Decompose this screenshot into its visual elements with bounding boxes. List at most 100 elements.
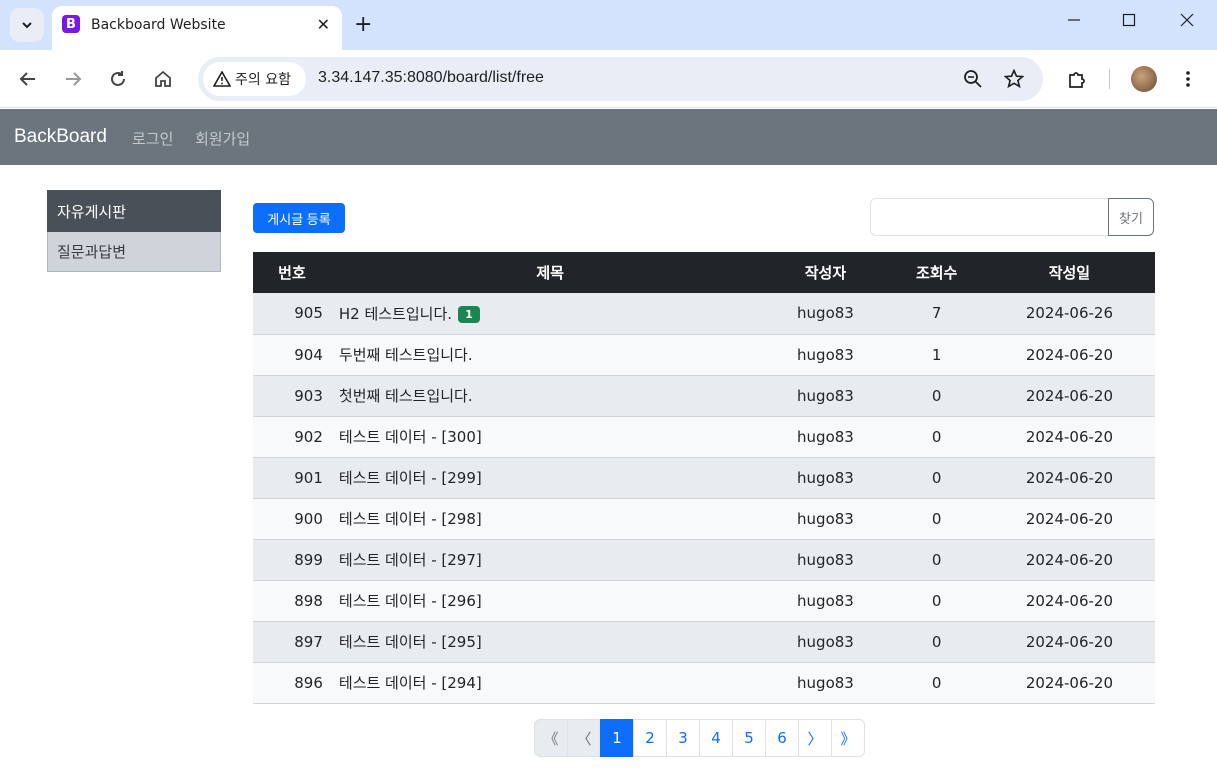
login-link[interactable]: 로그인: [132, 128, 173, 149]
warning-icon: [213, 71, 231, 87]
sidebar-item-qna[interactable]: 질문과답변: [47, 232, 221, 272]
table-row[interactable]: 901 테스트 데이터 - [299] hugo83 0 2024-06-20: [253, 457, 1155, 499]
table-row[interactable]: 900 테스트 데이터 - [298] hugo83 0 2024-06-20: [253, 498, 1155, 540]
page-1-button[interactable]: 1: [600, 719, 634, 757]
post-date: 2024-06-20: [983, 539, 1155, 581]
post-title-link[interactable]: 두번째 테스트입니다.: [339, 346, 473, 364]
write-post-button[interactable]: 게시글 등록: [253, 203, 345, 233]
minimize-icon: [1068, 19, 1080, 21]
pagination: 《 〈 1 2 3 4 5 6 〉 》: [534, 719, 865, 757]
post-title-link[interactable]: H2 테스트입니다.: [339, 305, 452, 323]
kebab-menu-icon: [1186, 71, 1190, 87]
post-views: 0: [889, 457, 984, 499]
post-title-link[interactable]: 테스트 데이터 - [297]: [339, 551, 482, 569]
browser-tabstrip: B Backboard Website ✕ +: [0, 0, 1217, 50]
back-button[interactable]: [16, 67, 40, 91]
post-title-cell[interactable]: 테스트 데이터 - [295]: [330, 621, 762, 663]
extensions-button[interactable]: [1065, 67, 1089, 91]
search-button[interactable]: 찾기: [1108, 198, 1154, 236]
new-tab-button[interactable]: +: [354, 12, 372, 38]
navbar-brand[interactable]: BackBoard: [14, 126, 107, 148]
table-row[interactable]: 897 테스트 데이터 - [295] hugo83 0 2024-06-20: [253, 621, 1155, 663]
signup-link[interactable]: 회원가입: [195, 128, 250, 149]
profile-avatar[interactable]: [1131, 66, 1157, 92]
table-row[interactable]: 903 첫번째 테스트입니다. hugo83 0 2024-06-20: [253, 375, 1155, 417]
sidebar-item-free-board[interactable]: 자유게시판: [47, 190, 221, 232]
post-title-link[interactable]: 테스트 데이터 - [299]: [339, 469, 482, 487]
top-navbar: BackBoard 로그인 회원가입: [0, 109, 1217, 165]
post-writer: hugo83: [761, 621, 890, 663]
minimize-button[interactable]: [1064, 12, 1084, 31]
star-icon: [1004, 69, 1024, 89]
page-2-button[interactable]: 2: [633, 719, 667, 757]
home-button[interactable]: [151, 67, 175, 91]
post-date: 2024-06-20: [983, 457, 1155, 499]
post-title-cell[interactable]: 테스트 데이터 - [300]: [330, 416, 762, 458]
post-title-link[interactable]: 테스트 데이터 - [295]: [339, 633, 482, 651]
tab-search-button[interactable]: [10, 8, 44, 42]
post-title-link[interactable]: 테스트 데이터 - [298]: [339, 510, 482, 528]
page-4-button[interactable]: 4: [699, 719, 733, 757]
security-chip[interactable]: 주의 요함: [203, 62, 306, 96]
post-views: 0: [889, 662, 984, 704]
post-title-cell[interactable]: 테스트 데이터 - [294]: [330, 662, 762, 704]
page-3-button[interactable]: 3: [666, 719, 700, 757]
zoom-button[interactable]: [962, 68, 984, 90]
maximize-button[interactable]: [1119, 12, 1139, 31]
chevron-down-icon: [22, 22, 32, 29]
address-bar[interactable]: 주의 요함 3.34.147.35:8080/board/list/free: [198, 57, 1043, 101]
post-title-cell[interactable]: 테스트 데이터 - [299]: [330, 457, 762, 499]
post-writer: hugo83: [761, 457, 890, 499]
post-writer: hugo83: [761, 539, 890, 581]
table-row[interactable]: 896 테스트 데이터 - [294] hugo83 0 2024-06-20: [253, 662, 1155, 704]
page-5-button[interactable]: 5: [732, 719, 766, 757]
first-page-button[interactable]: 《: [534, 719, 568, 757]
post-writer: hugo83: [761, 580, 890, 622]
menu-button[interactable]: [1176, 67, 1200, 91]
post-number: 897: [253, 621, 331, 663]
post-number: 896: [253, 662, 331, 704]
post-title-link[interactable]: 첫번째 테스트입니다.: [339, 387, 473, 405]
post-title-cell[interactable]: 두번째 테스트입니다.: [330, 334, 762, 376]
forward-button[interactable]: [61, 67, 85, 91]
header-date: 작성일: [983, 252, 1155, 293]
search-input[interactable]: [870, 198, 1109, 236]
url-text[interactable]: 3.34.147.35:8080/board/list/free: [318, 69, 544, 87]
table-header-row: 번호 제목 작성자 조회수 작성일: [253, 252, 1155, 293]
last-page-button[interactable]: 》: [831, 719, 865, 757]
post-title-cell[interactable]: 테스트 데이터 - [297]: [330, 539, 762, 581]
post-title-cell[interactable]: H2 테스트입니다. 1: [330, 293, 762, 335]
bookmark-button[interactable]: [1003, 68, 1025, 90]
post-number: 898: [253, 580, 331, 622]
table-row[interactable]: 905 H2 테스트입니다. 1 hugo83 7 2024-06-26: [253, 293, 1155, 335]
puzzle-icon: [1069, 72, 1085, 88]
arrow-right-icon: [66, 72, 82, 86]
close-window-button[interactable]: [1177, 12, 1197, 31]
post-title-link[interactable]: 테스트 데이터 - [294]: [339, 674, 482, 692]
post-title-cell[interactable]: 테스트 데이터 - [296]: [330, 580, 762, 622]
browser-tab[interactable]: B Backboard Website ✕: [52, 6, 342, 50]
home-icon: [155, 70, 171, 87]
table-row[interactable]: 899 테스트 데이터 - [297] hugo83 0 2024-06-20: [253, 539, 1155, 581]
post-title-link[interactable]: 테스트 데이터 - [296]: [339, 592, 482, 610]
reload-button[interactable]: [106, 67, 130, 91]
post-number: 899: [253, 539, 331, 581]
post-title-cell[interactable]: 테스트 데이터 - [298]: [330, 498, 762, 540]
page-6-button[interactable]: 6: [765, 719, 799, 757]
post-writer: hugo83: [761, 498, 890, 540]
post-title-cell[interactable]: 첫번째 테스트입니다.: [330, 375, 762, 417]
post-date: 2024-06-20: [983, 334, 1155, 376]
post-views: 0: [889, 539, 984, 581]
post-writer: hugo83: [761, 293, 890, 335]
table-row[interactable]: 904 두번째 테스트입니다. hugo83 1 2024-06-20: [253, 334, 1155, 376]
next-page-button[interactable]: 〉: [798, 719, 832, 757]
post-number: 901: [253, 457, 331, 499]
post-number: 903: [253, 375, 331, 417]
table-row[interactable]: 902 테스트 데이터 - [300] hugo83 0 2024-06-20: [253, 416, 1155, 458]
prev-page-button[interactable]: 〈: [567, 719, 601, 757]
tab-close-icon[interactable]: ✕: [317, 15, 330, 34]
post-views: 0: [889, 621, 984, 663]
table-row[interactable]: 898 테스트 데이터 - [296] hugo83 0 2024-06-20: [253, 580, 1155, 622]
post-writer: hugo83: [761, 416, 890, 458]
post-title-link[interactable]: 테스트 데이터 - [300]: [339, 428, 482, 446]
